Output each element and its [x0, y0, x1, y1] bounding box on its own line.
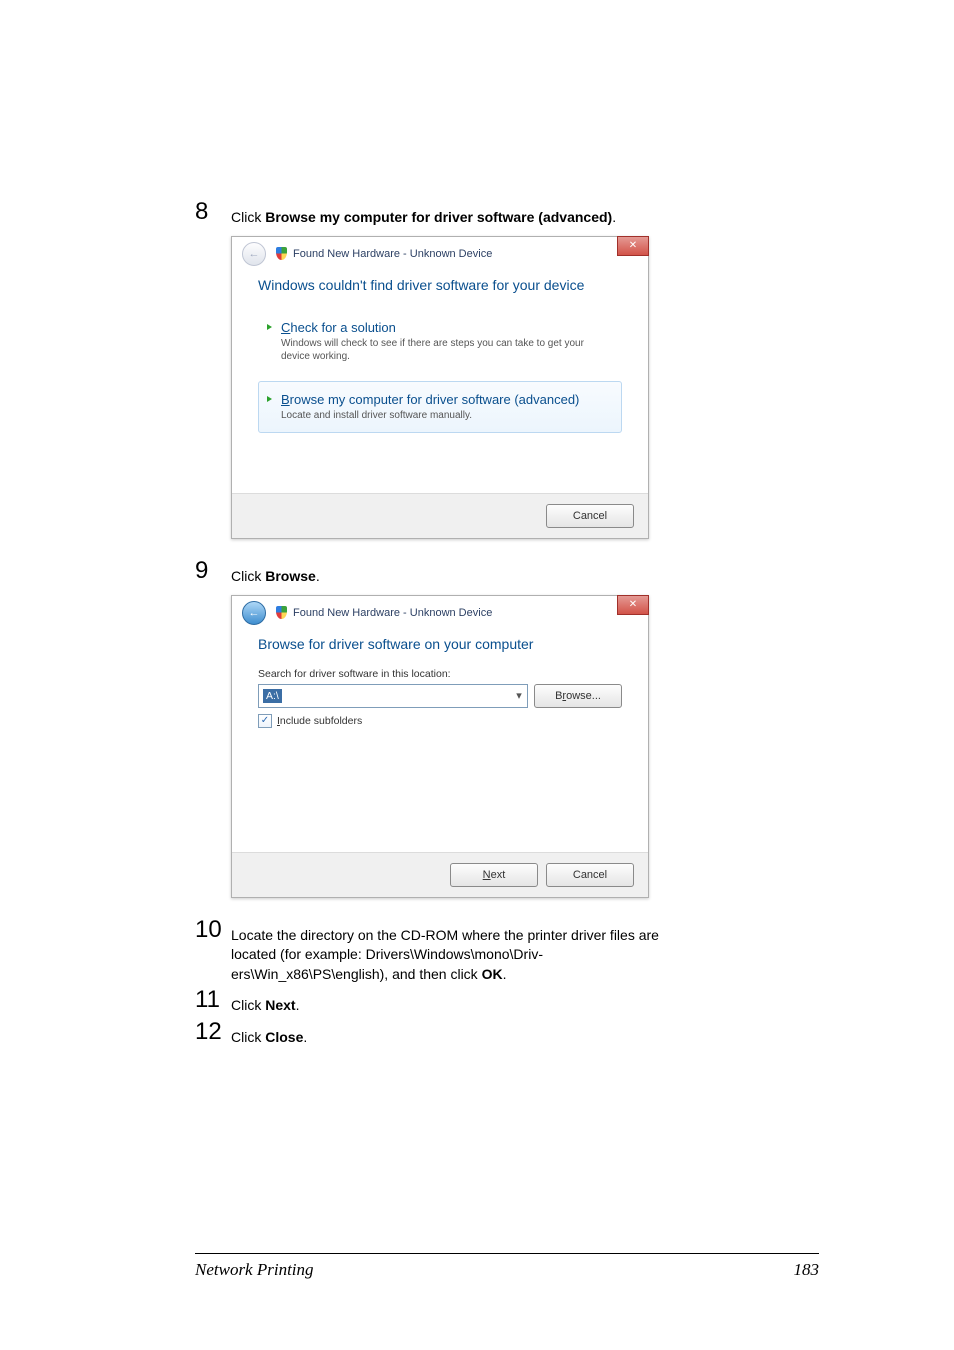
step-12-bold: Close	[265, 1029, 303, 1045]
step-12-number: 12	[195, 1020, 231, 1044]
dialog-title: Browse for driver software on your compu…	[258, 636, 622, 652]
button-bar: Next Cancel	[232, 852, 648, 897]
step-9-number: 9	[195, 559, 231, 583]
location-combobox[interactable]: A:\ ▾	[258, 684, 528, 708]
step-11-pre: Click	[231, 997, 265, 1013]
dropdown-arrow-icon: ▾	[515, 692, 523, 700]
search-location-label: Search for driver software in this locat…	[258, 668, 622, 680]
dialog-header-title: Found New Hardware - Unknown Device	[293, 607, 492, 619]
step-10-line1: Locate the directory on the CD-ROM where…	[231, 927, 659, 943]
step-12-pre: Click	[231, 1029, 265, 1045]
step-10-number: 10	[195, 918, 231, 942]
dialog-1-wrap: ✕ ← Found New Hardware - Unknown Device …	[231, 236, 819, 540]
page-number: 183	[794, 1260, 820, 1280]
step-9-bold: Browse	[265, 568, 316, 584]
step-8: 8 Click Browse my computer for driver so…	[195, 200, 819, 228]
browse-computer-option[interactable]: Browse my computer for driver software (…	[258, 381, 622, 434]
browse-button[interactable]: Browse...	[534, 684, 622, 708]
check-solution-option[interactable]: Check for a solution Windows will check …	[258, 309, 622, 375]
footer-title: Network Printing	[195, 1260, 314, 1280]
step-10-line3-bold: OK	[482, 966, 503, 982]
location-row: A:\ ▾ Browse...	[258, 684, 622, 708]
option-desc: Windows will check to see if there are s…	[281, 337, 609, 364]
step-11-bold: Next	[265, 997, 295, 1013]
arrow-icon	[267, 396, 272, 402]
include-subfolders-checkbox[interactable]: ✓	[258, 714, 272, 728]
step-8-post: .	[612, 209, 616, 225]
step-10-text: Locate the directory on the CD-ROM where…	[231, 918, 819, 985]
dialog-title: Windows couldn't find driver software fo…	[258, 277, 622, 293]
cancel-button[interactable]: Cancel	[546, 504, 634, 528]
step-8-pre: Click	[231, 209, 265, 225]
back-button[interactable]: ←	[242, 601, 266, 625]
include-subfolders-row: ✓ Include subfolders	[258, 714, 622, 728]
step-12: 12 Click Close.	[195, 1020, 819, 1048]
step-9: 9 Click Browse.	[195, 559, 819, 587]
step-11-text: Click Next.	[231, 988, 819, 1016]
dialog-header: ← Found New Hardware - Unknown Device	[232, 237, 648, 271]
step-12-post: .	[303, 1029, 307, 1045]
arrow-icon	[267, 324, 272, 330]
back-arrow-icon: ←	[249, 248, 260, 260]
dialog-header-title: Found New Hardware - Unknown Device	[293, 248, 492, 260]
next-button[interactable]: Next	[450, 863, 538, 887]
step-9-text: Click Browse.	[231, 559, 819, 587]
option-title: Check for a solution	[281, 320, 609, 335]
step-8-bold: Browse my computer for driver software (…	[265, 209, 612, 225]
step-11: 11 Click Next.	[195, 988, 819, 1016]
cancel-button[interactable]: Cancel	[546, 863, 634, 887]
step-10-line2: located (for example: Drivers\Windows\mo…	[231, 946, 543, 962]
step-10: 10 Locate the directory on the CD-ROM wh…	[195, 918, 819, 985]
option-title: Browse my computer for driver software (…	[281, 392, 609, 407]
back-button[interactable]: ←	[242, 242, 266, 266]
step-10-line3-pre: ers\Win_x86\PS\english), and then click	[231, 966, 482, 982]
step-10-line3-post: .	[503, 966, 507, 982]
step-12-text: Click Close.	[231, 1020, 819, 1048]
step-11-number: 11	[195, 988, 231, 1012]
found-new-hardware-dialog-2: ✕ ← Found New Hardware - Unknown Device …	[231, 595, 649, 898]
shield-icon	[276, 606, 287, 619]
dialog-header: ← Found New Hardware - Unknown Device	[232, 596, 648, 630]
step-11-post: .	[296, 997, 300, 1013]
dialog-2-wrap: ✕ ← Found New Hardware - Unknown Device …	[231, 595, 819, 898]
step-9-post: .	[316, 568, 320, 584]
dialog-body: Windows couldn't find driver software fo…	[232, 271, 648, 494]
combobox-value: A:\	[263, 689, 282, 703]
button-bar: Cancel	[232, 493, 648, 538]
page-footer: Network Printing 183	[195, 1253, 819, 1280]
include-subfolders-label: Include subfolders	[277, 715, 362, 727]
step-9-pre: Click	[231, 568, 265, 584]
dialog-body: Browse for driver software on your compu…	[232, 630, 648, 852]
step-8-number: 8	[195, 200, 231, 224]
back-arrow-icon: ←	[249, 607, 260, 619]
option-desc: Locate and install driver software manua…	[281, 409, 609, 423]
step-8-text: Click Browse my computer for driver soft…	[231, 200, 819, 228]
found-new-hardware-dialog-1: ✕ ← Found New Hardware - Unknown Device …	[231, 236, 649, 540]
shield-icon	[276, 247, 287, 260]
